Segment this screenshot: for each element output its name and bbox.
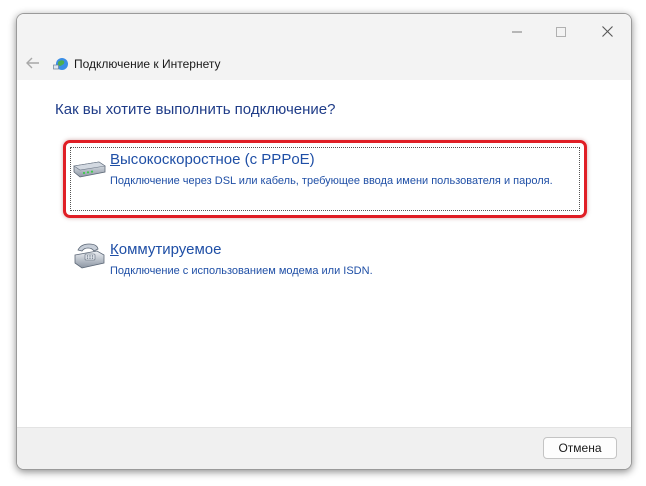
page-heading: Как вы хотите выполнить подключение? (55, 101, 336, 118)
wizard-content: Как вы хотите выполнить подключение? Выс… (17, 80, 631, 428)
maximize-button[interactable] (538, 14, 584, 49)
option-broadband-pppoe[interactable]: Высокоскоростное (с PPPoE) Подключение ч… (67, 143, 587, 209)
accelerator-letter: К (110, 241, 119, 258)
option-dial-up[interactable]: Коммутируемое Подключение с использовани… (67, 233, 587, 287)
option-title: Высокоскоростное (с PPPoE) (110, 151, 315, 168)
option-title-text: ысокоскоростное (с PPPoE) (120, 151, 315, 168)
option-title: Коммутируемое (110, 241, 221, 258)
telephone-modem-icon (71, 241, 107, 275)
option-description: Подключение с использованием модема или … (110, 265, 373, 277)
close-icon (601, 24, 613, 40)
title-bar[interactable] (17, 14, 631, 49)
maximize-icon (556, 24, 566, 40)
back-arrow-icon (26, 56, 40, 74)
back-button[interactable] (23, 56, 43, 74)
accelerator-letter: В (110, 151, 121, 168)
minimize-icon (512, 24, 522, 40)
network-globe-icon (53, 56, 69, 72)
cancel-button[interactable]: Отмена (543, 437, 617, 459)
button-bar: Отмена (17, 427, 631, 469)
window-title: Подключение к Интернету (74, 57, 221, 71)
minimize-button[interactable] (494, 14, 540, 49)
close-button[interactable] (584, 14, 630, 49)
option-description: Подключение через DSL или кабель, требую… (110, 175, 553, 187)
connect-to-internet-window: Подключение к Интернету Как вы хотите вы… (16, 13, 632, 470)
option-title-text: оммутируемое (118, 241, 222, 258)
modem-icon (71, 151, 107, 185)
navigation-bar: Подключение к Интернету (17, 49, 631, 80)
